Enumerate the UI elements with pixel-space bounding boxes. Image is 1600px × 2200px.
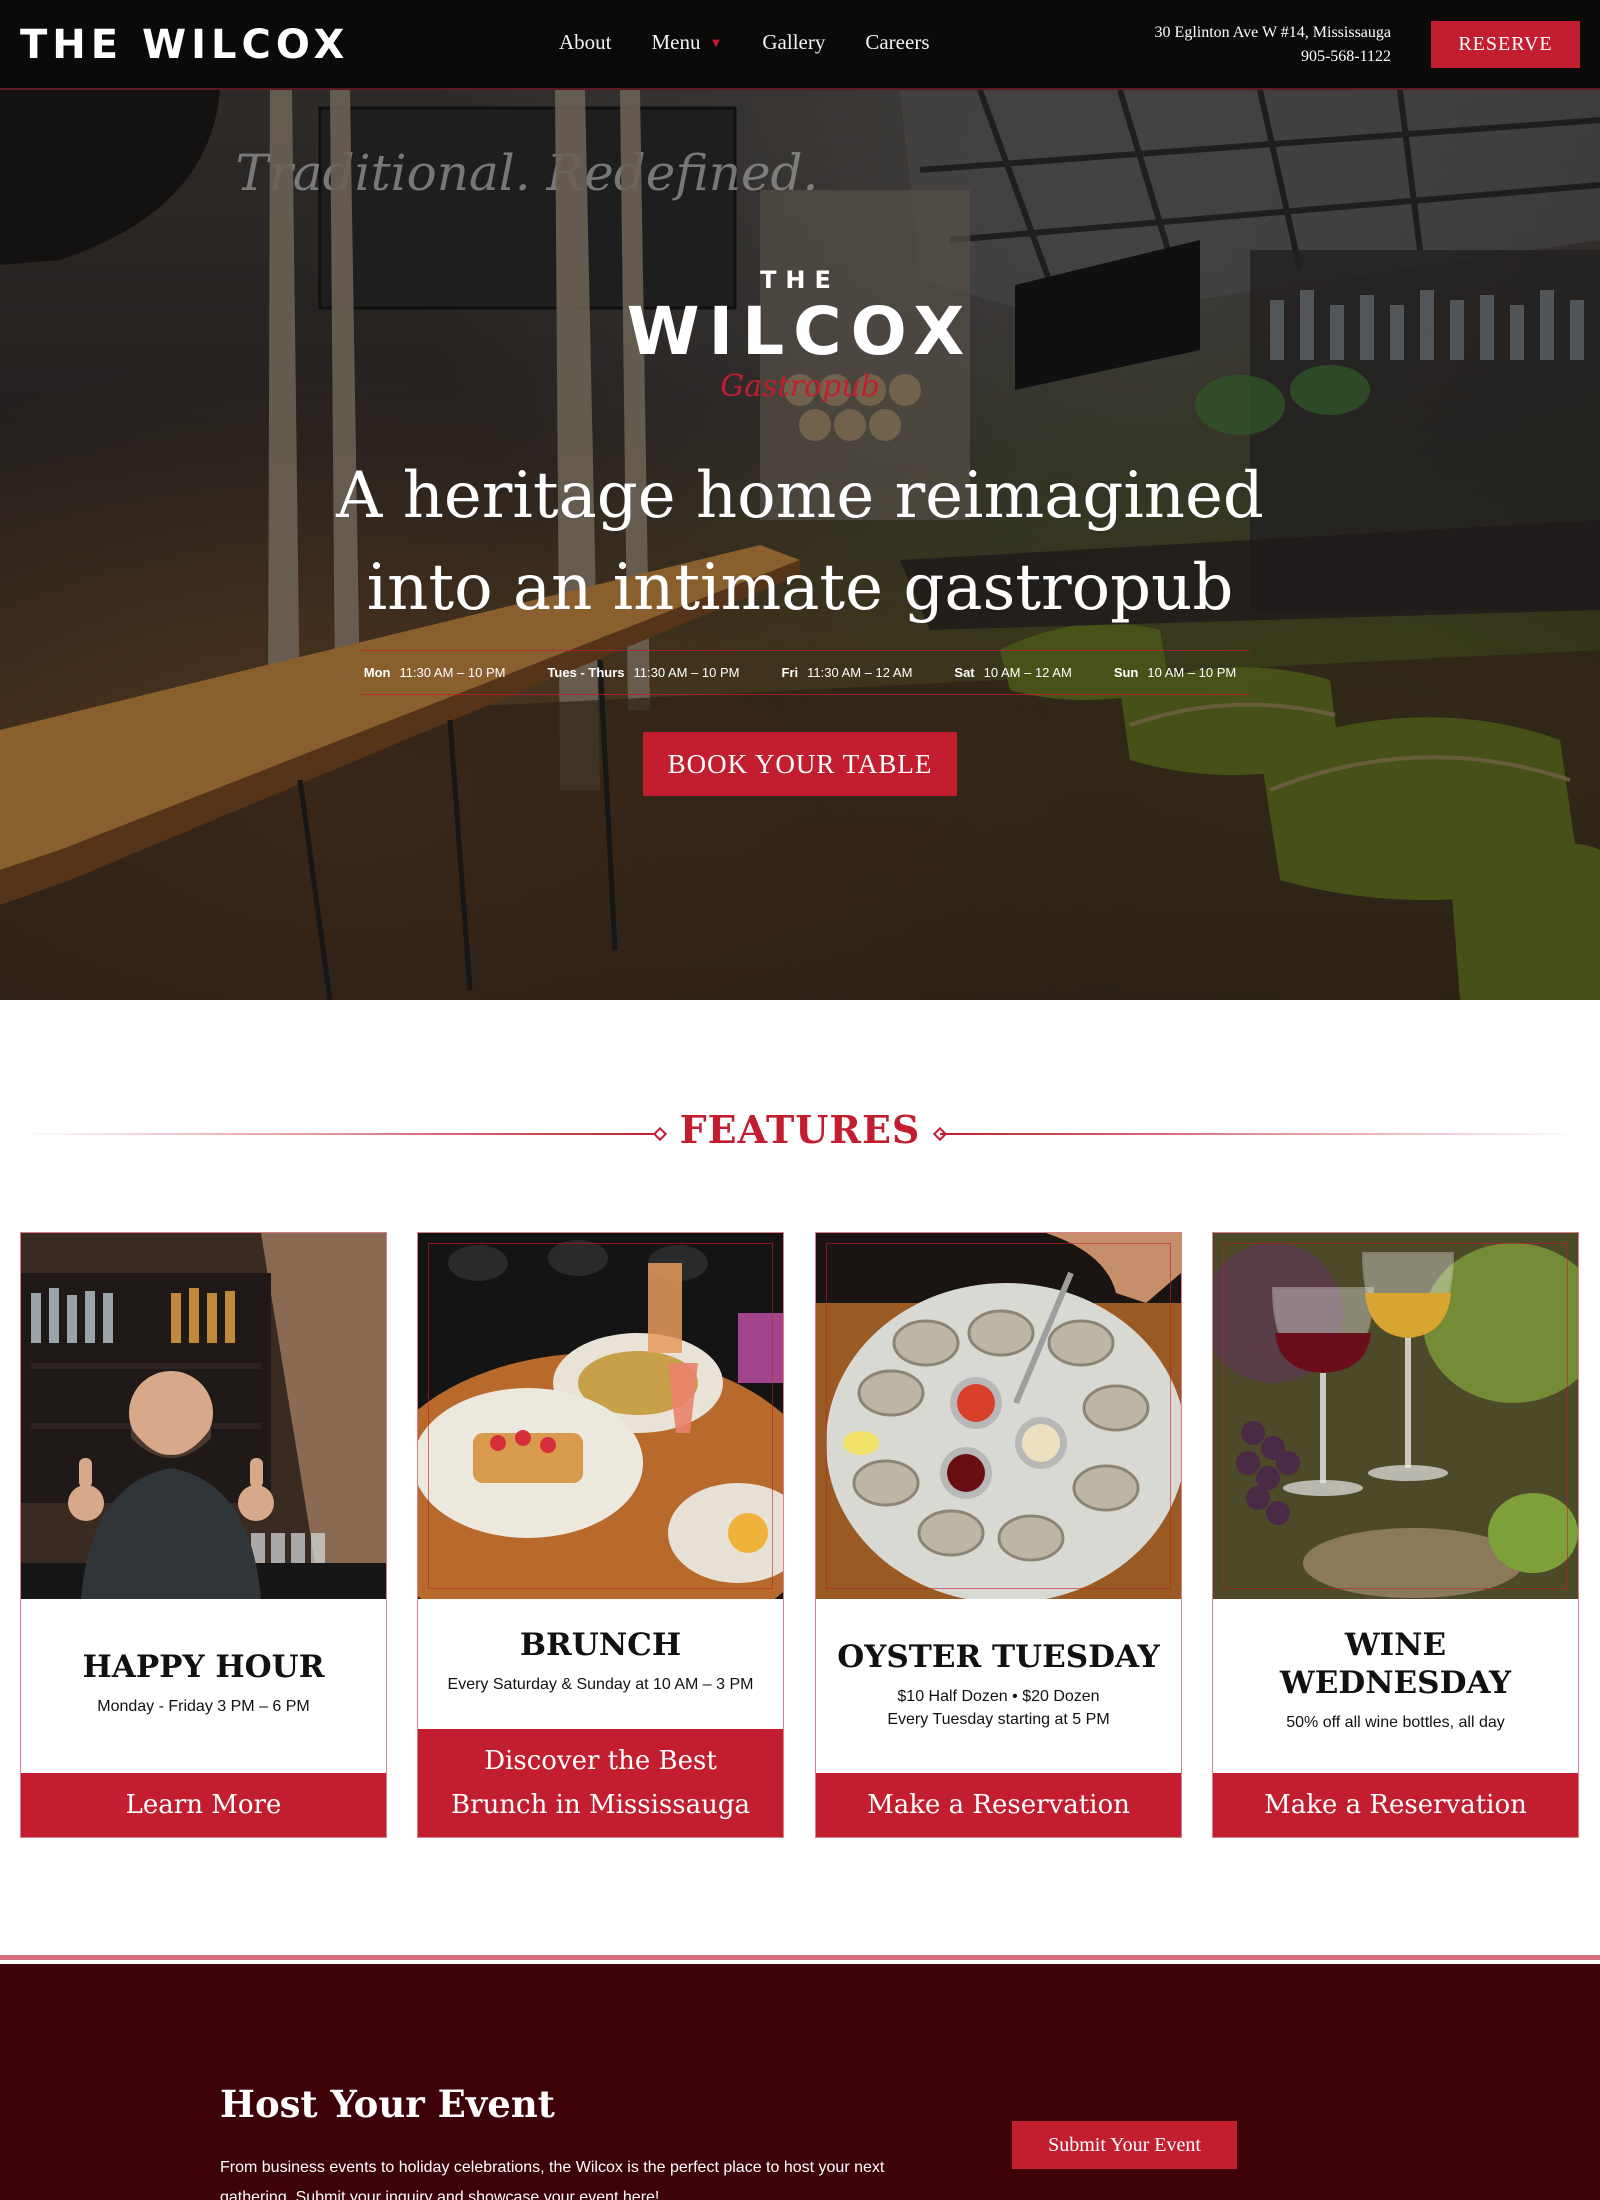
- nav-gallery-label: Gallery: [762, 30, 826, 54]
- hours-day: Tues - Thurs: [547, 665, 625, 680]
- card-image-oysters: [816, 1233, 1181, 1599]
- chevron-down-icon: ▼: [709, 34, 723, 50]
- hours-time: 11:30 AM – 10 PM: [633, 665, 740, 680]
- nav-careers[interactable]: Careers: [865, 30, 929, 55]
- card-title: WINE WEDNESDAY: [1279, 1627, 1512, 1701]
- feature-card-oyster-tuesday: OYSTER TUESDAY $10 Half Dozen • $20 Doze…: [815, 1232, 1182, 1838]
- make-reservation-button[interactable]: Make a Reservation: [1213, 1773, 1578, 1837]
- learn-more-button[interactable]: Learn More: [21, 1773, 386, 1837]
- hours-item: Mon 11:30 AM – 10 PM: [364, 665, 506, 680]
- card-title: BRUNCH: [519, 1627, 682, 1663]
- card-title: HAPPY HOUR: [82, 1649, 325, 1685]
- book-table-button[interactable]: BOOK YOUR TABLE: [643, 732, 957, 796]
- event-divider: [0, 1955, 1600, 1962]
- feature-card-brunch: BRUNCH Every Saturday & Sunday at 10 AM …: [417, 1232, 784, 1838]
- card-body: WINE WEDNESDAY 50% off all wine bottles,…: [1213, 1626, 1578, 1734]
- svg-text:Gastropub: Gastropub: [720, 369, 879, 404]
- hours-day: Mon: [363, 665, 391, 680]
- phone-link[interactable]: 905-568-1122: [1155, 45, 1391, 69]
- hours-rule-top: [360, 650, 1250, 651]
- hours-item: Sat 10 AM – 12 AM: [954, 665, 1071, 680]
- hero-section: Traditional. Redefined. THE WILCOX Gastr…: [0, 90, 1600, 1000]
- hours-day: Fri: [781, 665, 799, 680]
- host-event-section: Host Your Event From business events to …: [0, 1964, 1600, 2200]
- hours-day: Sat: [954, 665, 975, 680]
- card-text: Monday - Friday 3 PM – 6 PM: [97, 1698, 310, 1715]
- hero-logo-name: WILCOX: [626, 293, 974, 370]
- card-text: 50% off all wine bottles, all day: [1286, 1714, 1505, 1731]
- event-title: Host Your Event: [220, 2082, 555, 2126]
- hours-item: Fri 11:30 AM – 12 AM: [782, 665, 913, 680]
- hours-time: 11:30 AM – 12 AM: [807, 665, 913, 680]
- hours-time: 10 AM – 10 PM: [1147, 665, 1237, 680]
- card-image-bartender: [21, 1233, 386, 1599]
- nav-about[interactable]: About: [559, 30, 612, 55]
- nav-about-label: About: [559, 30, 612, 54]
- address-link[interactable]: 30 Eglinton Ave W #14, Mississauga: [1155, 21, 1391, 45]
- make-reservation-button[interactable]: Make a Reservation: [816, 1773, 1181, 1837]
- hero-headline: A heritage home reimagined into an intim…: [300, 450, 1300, 634]
- nav-gallery[interactable]: Gallery: [762, 30, 825, 55]
- hero-logo-script: Gastropub: [720, 369, 879, 404]
- nav-menu-label: Menu: [651, 30, 701, 54]
- hours-time: 10 AM – 12 AM: [983, 665, 1072, 680]
- features-divider-right: [940, 1133, 1580, 1135]
- hours-rule-bottom: [360, 694, 1250, 695]
- hours-item: Tues - Thurs 11:30 AM – 10 PM: [547, 665, 739, 680]
- hours-time: 11:30 AM – 10 PM: [399, 665, 506, 680]
- card-text: Every Saturday & Sunday at 10 AM – 3 PM: [447, 1676, 754, 1693]
- hours-day: Sun: [1113, 665, 1139, 680]
- hero-headline-line1: A heritage home reimagined: [336, 459, 1264, 533]
- card-image-brunch: [418, 1233, 783, 1599]
- main-nav: About Menu ▼ Gallery Careers: [559, 30, 970, 55]
- card-body: BRUNCH Every Saturday & Sunday at 10 AM …: [418, 1626, 783, 1696]
- nav-menu[interactable]: Menu ▼: [652, 30, 723, 55]
- hero-headline-line2: into an intimate gastropub: [366, 551, 1234, 625]
- site-header: THE WILCOX About Menu ▼ Gallery Careers 3…: [0, 0, 1600, 90]
- card-text-line: Every Tuesday starting at 5 PM: [887, 1711, 1110, 1728]
- card-body: OYSTER TUESDAY $10 Half Dozen • $20 Doze…: [816, 1638, 1181, 1731]
- opening-hours: Mon 11:30 AM – 10 PM Tues - Thurs 11:30 AM…: [0, 665, 1600, 680]
- card-body: HAPPY HOUR Monday - Friday 3 PM – 6 PM: [21, 1648, 386, 1718]
- contact-info: 30 Eglinton Ave W #14, Mississauga 905-5…: [1155, 21, 1391, 69]
- event-description: From business events to holiday celebrat…: [220, 2159, 885, 2200]
- card-image-wine: [1213, 1233, 1578, 1599]
- hours-item: Sun 10 AM – 10 PM: [1114, 665, 1236, 680]
- card-title: OYSTER TUESDAY: [837, 1639, 1160, 1675]
- submit-event-button[interactable]: Submit Your Event: [1012, 2121, 1237, 2169]
- card-text-line: $10 Half Dozen • $20 Dozen: [897, 1688, 1100, 1705]
- card-text: $10 Half Dozen • $20 Dozen Every Tuesday…: [816, 1685, 1181, 1731]
- brand-logo[interactable]: THE WILCOX: [20, 22, 349, 68]
- reserve-button[interactable]: RESERVE: [1431, 21, 1580, 68]
- hero-logo-the: THE: [760, 266, 840, 294]
- feature-card-happy-hour: HAPPY HOUR Monday - Friday 3 PM – 6 PM L…: [20, 1232, 387, 1838]
- feature-card-wine-wednesday: WINE WEDNESDAY 50% off all wine bottles,…: [1212, 1232, 1579, 1838]
- nav-careers-label: Careers: [865, 30, 930, 54]
- features-title: FEATURES: [679, 1107, 921, 1152]
- discover-brunch-button[interactable]: Discover the Best Brunch in Mississauga: [418, 1729, 783, 1837]
